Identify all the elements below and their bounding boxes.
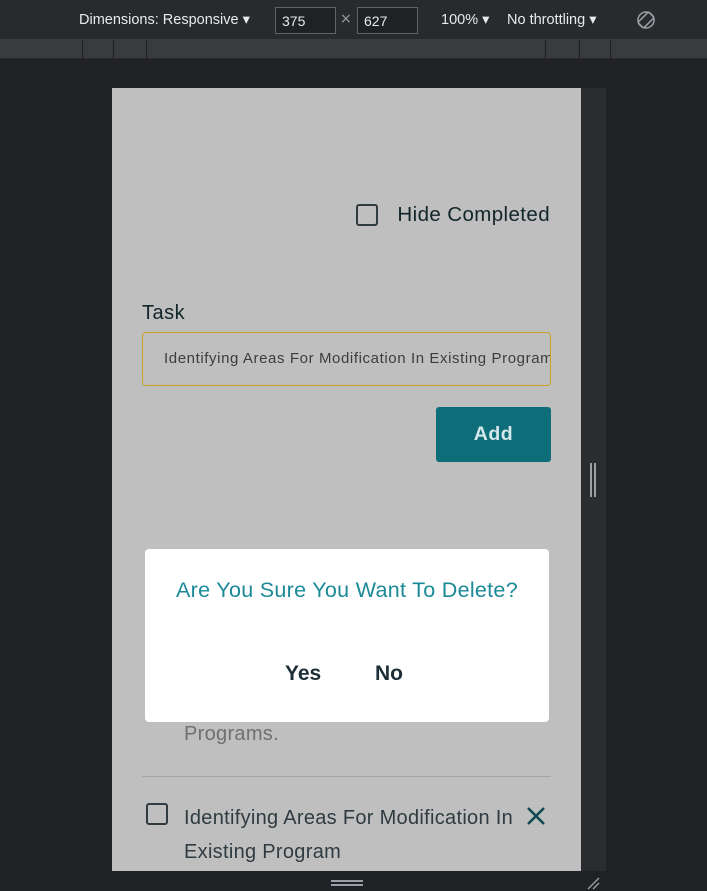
list-divider xyxy=(142,776,551,777)
resize-corner-icon[interactable] xyxy=(586,876,600,890)
resize-handle-bottom[interactable] xyxy=(331,880,363,888)
times-sign: × xyxy=(340,11,352,27)
devtools-toolbar: Dimensions: Responsive ▾ × 100% ▾ No thr… xyxy=(0,0,707,40)
hide-completed-row[interactable]: Hide Completed xyxy=(356,203,550,227)
width-input[interactable] xyxy=(275,7,336,34)
throttling-dropdown[interactable]: No throttling ▾ xyxy=(507,10,597,30)
task-input[interactable]: Identifying Areas For Modification In Ex… xyxy=(142,332,551,386)
modal-title: Are You Sure You Want To Delete? xyxy=(176,578,518,602)
device-viewport: Hide Completed Task Identifying Areas Fo… xyxy=(112,88,581,871)
todo-item-text: Identifying Areas For Modification In Ex… xyxy=(184,807,514,863)
resize-handle-right[interactable] xyxy=(590,463,598,497)
zoom-dropdown[interactable]: 100% ▾ xyxy=(441,10,489,30)
delete-confirm-modal: Are You Sure You Want To Delete? Yes No xyxy=(145,549,549,722)
media-query-ruler xyxy=(0,40,707,59)
todo-item-text-partial: Programs. xyxy=(184,723,279,745)
delete-x-icon[interactable] xyxy=(525,805,547,827)
dimensions-dropdown[interactable]: Dimensions: Responsive ▾ xyxy=(79,10,250,30)
hide-completed-label: Hide Completed xyxy=(397,203,550,226)
yes-button[interactable]: Yes xyxy=(285,662,321,686)
height-input[interactable] xyxy=(357,7,418,34)
todo-item-checkbox[interactable] xyxy=(146,803,168,825)
rotate-icon[interactable] xyxy=(636,10,656,30)
task-label: Task xyxy=(142,302,186,324)
hide-completed-checkbox[interactable] xyxy=(356,204,379,226)
no-button[interactable]: No xyxy=(375,662,403,686)
add-button[interactable]: Add xyxy=(436,407,551,462)
